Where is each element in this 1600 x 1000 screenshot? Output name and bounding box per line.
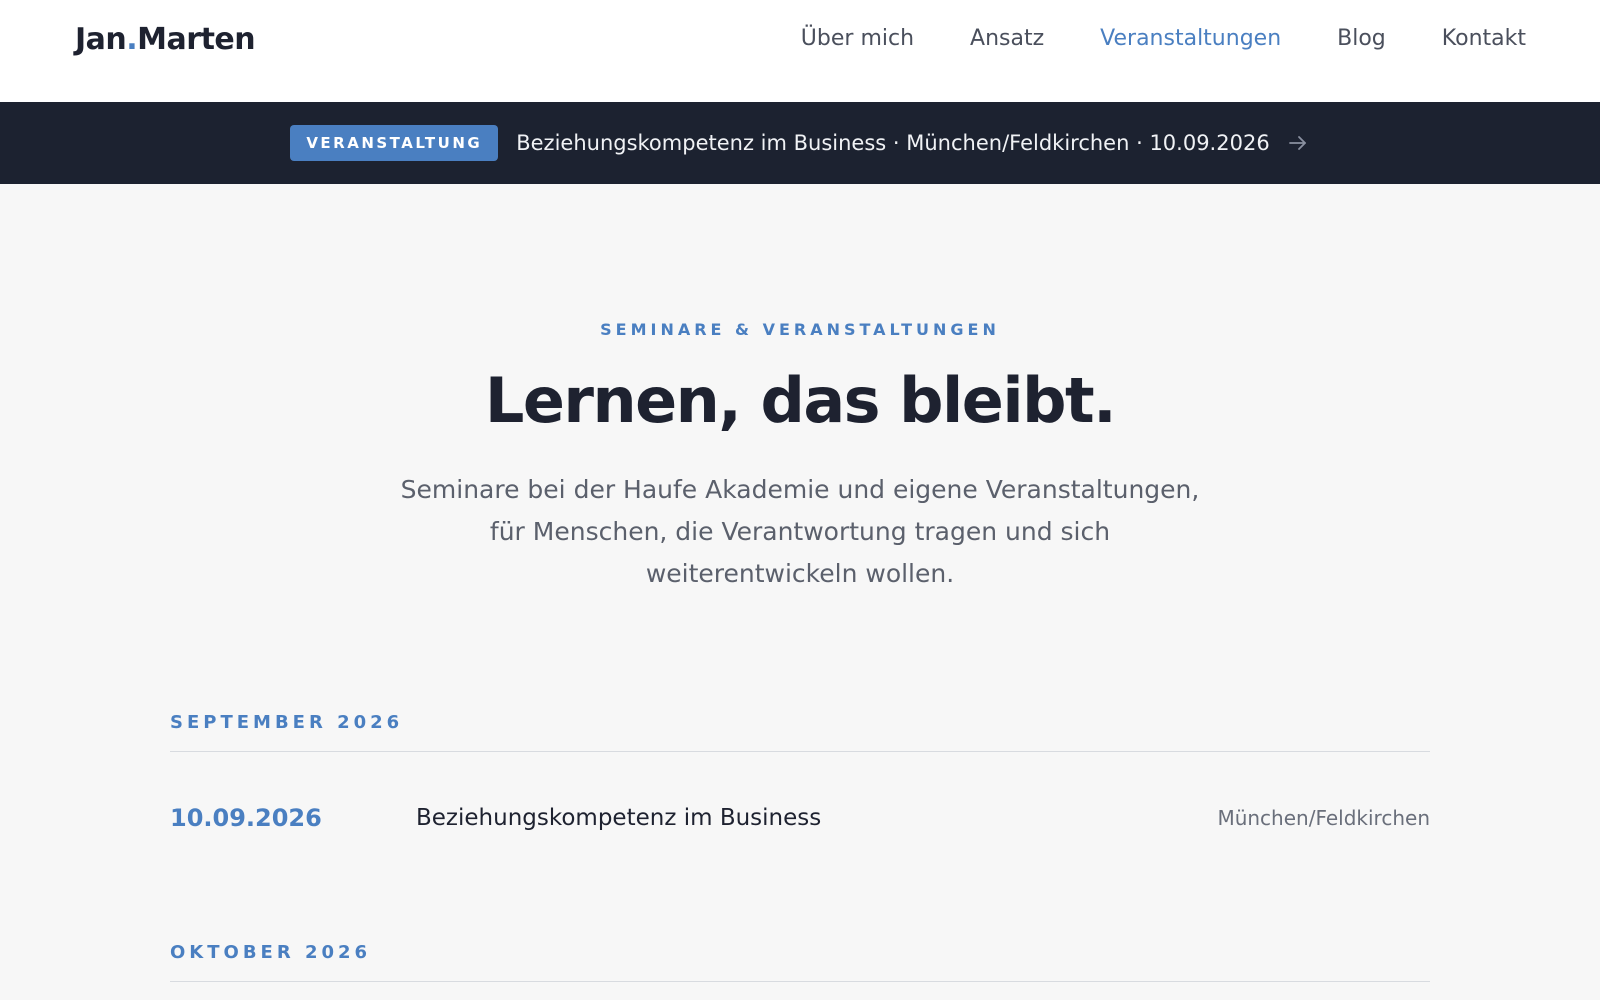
month-section-oktober: OKTOBER 2026 — [170, 942, 1430, 982]
nav-item-ansatz[interactable]: Ansatz — [970, 26, 1044, 51]
month-label: SEPTEMBER 2026 — [170, 712, 1430, 752]
arrow-right-icon — [1288, 136, 1306, 150]
hero-lead: Seminare bei der Haufe Akademie und eige… — [400, 475, 1200, 589]
hero-eyebrow: SEMINARE & VERANSTALTUNGEN — [600, 320, 1000, 339]
hero-section: SEMINARE & VERANSTALTUNGEN Lernen, das b… — [0, 184, 1600, 595]
logo-first: Jan — [75, 22, 127, 57]
nav-item-veranstaltungen[interactable]: Veranstaltungen — [1100, 26, 1281, 51]
logo-dot: . — [126, 22, 138, 57]
banner-text: Beziehungskompetenz im Business · Münche… — [516, 131, 1270, 155]
logo-last: Marten — [137, 22, 256, 57]
event-row[interactable]: 10.09.2026 Beziehungskompetenz im Busine… — [170, 752, 1430, 884]
event-title: Beziehungskompetenz im Business — [416, 805, 822, 831]
nav-item-kontakt[interactable]: Kontakt — [1442, 26, 1526, 51]
nav-item-blog[interactable]: Blog — [1337, 26, 1386, 51]
nav-item-ueber-mich[interactable]: Über mich — [801, 26, 914, 51]
event-badge: VERANSTALTUNG — [290, 125, 499, 161]
site-header: Jan. Marten Über mich Ansatz Veranstaltun… — [0, 0, 1600, 102]
site-logo[interactable]: Jan. Marten — [75, 22, 256, 57]
page-title: Lernen, das bleibt. — [484, 364, 1117, 437]
month-label: OKTOBER 2026 — [170, 942, 1430, 982]
month-section-september: SEPTEMBER 2026 10.09.2026 Beziehungskomp… — [170, 712, 1430, 884]
event-announcement-banner[interactable]: VERANSTALTUNG Beziehungskompetenz im Bus… — [0, 102, 1600, 184]
event-date: 10.09.2026 — [170, 804, 322, 832]
event-location: München/Feldkirchen — [1217, 806, 1430, 830]
main-nav: Über mich Ansatz Veranstaltungen Blog Ko… — [801, 26, 1526, 51]
